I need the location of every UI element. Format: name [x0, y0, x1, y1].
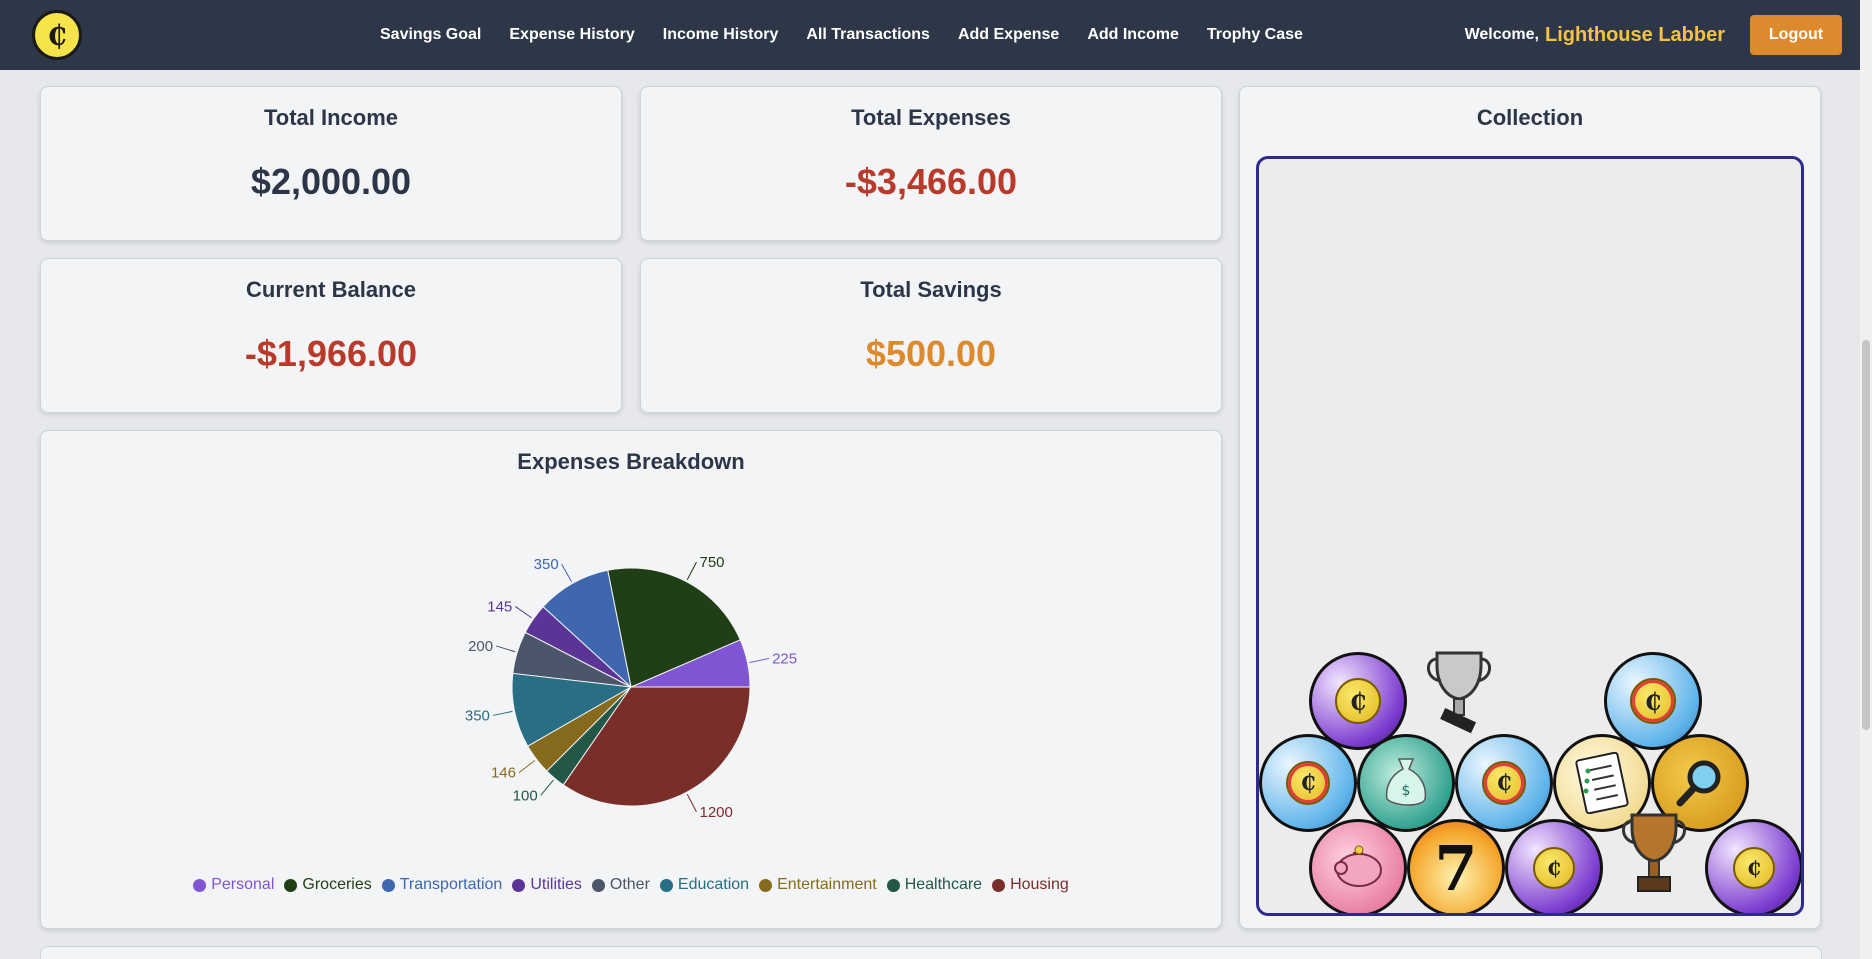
current-balance-title: Current Balance [246, 277, 416, 302]
silver-trophy-icon[interactable] [1419, 647, 1499, 747]
coin-logo-icon: ₵ [47, 18, 67, 52]
total-savings-value: $500.00 [865, 333, 997, 374]
current-balance-card: Current Balance -$1,966.00 [40, 258, 622, 413]
nav-link-savings-goal[interactable]: Savings Goal [366, 26, 495, 44]
nav-link-all-transactions[interactable]: All Transactions [792, 26, 944, 44]
legend-item-entertainment[interactable]: Entertainment [759, 876, 877, 894]
total-income-title: Total Income [263, 105, 399, 130]
legend-label: Housing [1010, 876, 1069, 893]
total-expenses-value: -$3,466.00 [844, 161, 1018, 202]
top-navbar: ₵ Savings Goal Expense History Income Hi… [0, 0, 1860, 70]
legend-label: Groceries [302, 876, 372, 893]
legend-item-transportation[interactable]: Transportation [381, 876, 503, 894]
legend-label: Other [609, 876, 650, 893]
legend-item-healthcare[interactable]: Healthcare [886, 876, 983, 894]
legend-item-education[interactable]: Education [659, 876, 750, 894]
total-savings-title: Total Savings [860, 277, 1002, 302]
svg-text:$: $ [1402, 783, 1411, 799]
total-income-card: Total Income $2,000.00 [40, 86, 622, 241]
legend-label: Personal [211, 876, 275, 893]
legend-swatch [992, 878, 1006, 892]
legend-swatch [591, 878, 605, 892]
no-coins-badge-2-icon[interactable]: ₵ [1455, 734, 1553, 832]
nav-link-add-income[interactable]: Add Income [1073, 26, 1193, 44]
legend-item-personal[interactable]: Personal [193, 876, 274, 894]
legend-label: Utilities [530, 876, 582, 893]
total-expenses-card: Total Expenses -$3,466.00 [640, 86, 1222, 241]
nav-link-expense-history[interactable]: Expense History [495, 26, 648, 44]
legend-swatch [284, 878, 298, 892]
legend-swatch [759, 878, 773, 892]
legend-swatch [886, 878, 900, 892]
legend-label: Transportation [399, 876, 503, 893]
legend-label: Entertainment [777, 876, 877, 893]
legend-swatch [381, 878, 395, 892]
nav-link-trophy-case[interactable]: Trophy Case [1193, 26, 1317, 44]
welcome-message: Welcome, Lighthouse Labber [1465, 0, 1725, 70]
legend-swatch [193, 878, 207, 892]
logout-button[interactable]: Logout [1750, 15, 1842, 55]
chart-title: Expenses Breakdown [517, 449, 745, 474]
page-scrollbar[interactable] [1860, 0, 1872, 959]
total-expenses-title: Total Expenses [851, 105, 1011, 130]
current-balance-value: -$1,966.00 [244, 333, 418, 374]
legend-label: Healthcare [904, 876, 983, 893]
legend-item-groceries[interactable]: Groceries [284, 876, 372, 894]
nav-link-income-history[interactable]: Income History [649, 26, 793, 44]
welcome-label: Welcome, [1464, 26, 1539, 43]
chart-legend: Personal Groceries Transportation Utilities… [40, 876, 1222, 894]
legend-swatch [512, 878, 526, 892]
no-coins-badge-icon[interactable]: ₵ [1259, 734, 1357, 832]
nav-link-add-expense[interactable]: Add Expense [944, 26, 1073, 44]
scrollbar-thumb[interactable] [1862, 340, 1870, 730]
legend-item-other[interactable]: Other [591, 876, 650, 894]
bronze-trophy-icon[interactable] [1614, 809, 1694, 909]
bottom-card [40, 946, 1822, 959]
legend-item-housing[interactable]: Housing [992, 876, 1069, 894]
expenses-breakdown-card: Expenses Breakdown [40, 430, 1222, 929]
coin-stack-badge-icon[interactable]: ₵ [1505, 819, 1603, 913]
piggy-bank-badge-icon[interactable] [1309, 819, 1407, 913]
legend-item-utilities[interactable]: Utilities [512, 876, 582, 894]
total-savings-card: Total Savings $500.00 [640, 258, 1222, 413]
legend-label: Education [677, 876, 750, 893]
nav-links: Savings Goal Expense History Income Hist… [366, 0, 1317, 70]
fire-seven-badge-icon[interactable]: 7 [1407, 819, 1505, 913]
user-name: Lighthouse Labber [1545, 23, 1725, 46]
legend-swatch [659, 878, 673, 892]
collection-area: ₵ ₵ ₵ $ ₵ 7 ₵ ₵ [1256, 156, 1804, 916]
collection-title: Collection [1476, 105, 1584, 130]
coin-pile-badge-icon[interactable]: ₵ [1705, 819, 1801, 913]
money-bag-badge-icon[interactable]: $ [1357, 734, 1455, 832]
app-logo[interactable]: ₵ [32, 10, 82, 60]
total-income-value: $2,000.00 [250, 161, 412, 202]
